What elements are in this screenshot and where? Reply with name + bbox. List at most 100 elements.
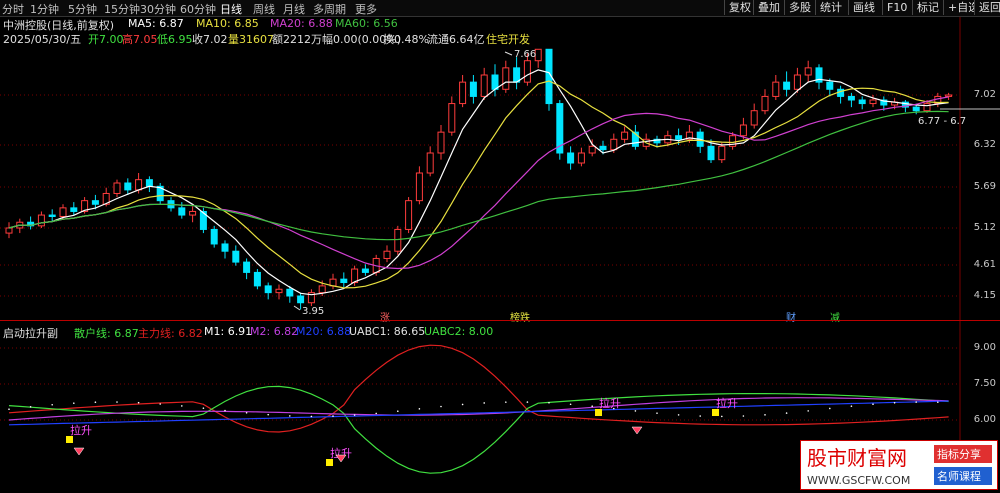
candle-body [415, 172, 423, 202]
m1-dot [872, 403, 874, 406]
ma60-label: MA60: 6.56 [335, 17, 398, 30]
m1-dot [677, 414, 680, 416]
m1-dot [353, 414, 356, 416]
price-tick-label: 4.15 [973, 290, 996, 301]
lasheng-label: 拉升 [599, 396, 621, 410]
candle-body [405, 200, 413, 230]
candle-body [588, 145, 596, 154]
price-tick-label: 6.32 [973, 139, 996, 150]
m1-dot [159, 403, 161, 405]
lasheng-marker [712, 409, 719, 416]
candle-body [718, 145, 726, 161]
candle-body [804, 67, 812, 76]
low-annotation: 3.95 [302, 306, 324, 317]
tag-cai: 财 [786, 311, 796, 324]
lasheng-marker [595, 409, 602, 416]
candle-body [448, 103, 456, 133]
m1-dot [461, 403, 464, 406]
tag-zhang: 涨 [380, 312, 390, 324]
tag-bangdie: 榜跌 [510, 311, 530, 324]
watermark-svg: 股市财富网 指标分享 WWW.GSCFW.COM 名师课程 [807, 445, 992, 487]
m1-dot [526, 401, 529, 403]
m1-dot [829, 407, 831, 410]
open-value: 开7.00 [88, 33, 124, 46]
candle-body [912, 106, 920, 112]
m1-dot [807, 410, 809, 412]
candle-body [318, 285, 326, 294]
sector-value: 住宅开发 [486, 33, 530, 46]
indicator-tick-label: 6.00 [973, 414, 996, 425]
candle-body [502, 67, 510, 90]
candle-body [491, 74, 499, 90]
m1-dot [440, 405, 442, 408]
ma20-label: MA20: 6.88 [270, 17, 333, 30]
main-force-line [8, 344, 949, 433]
right-annotation: 6.77 - 6.7 [918, 116, 966, 127]
price-tick-label: 5.12 [973, 222, 996, 233]
svg-text:股市财富网: 股市财富网 [807, 446, 907, 470]
m1-dot [591, 405, 593, 408]
watermark-logo: 股市财富网 指标分享 WWW.GSCFW.COM 名师课程 [800, 440, 998, 490]
candle-body [178, 207, 186, 216]
candle-body [37, 214, 45, 227]
candle-body [750, 110, 758, 126]
candle-body [394, 228, 402, 252]
m1-dot [505, 401, 507, 403]
high-pointer [504, 51, 513, 56]
price-tick-label: 5.69 [973, 181, 996, 192]
indicator-tick-label: 7.50 [973, 378, 996, 389]
m1-dot [893, 401, 896, 404]
svg-text:名师课程: 名师课程 [937, 469, 981, 483]
candle-body [264, 285, 272, 294]
candle-body [113, 182, 121, 194]
m1-dot [850, 405, 853, 407]
main-force-label: 主力线: 6.82 [138, 327, 203, 340]
uabc2-label: UABC2: 8.00 [424, 325, 494, 338]
candle-body [923, 103, 931, 112]
candle-body [286, 288, 294, 297]
candle-body [858, 99, 866, 105]
diamond-marker [73, 447, 85, 456]
m1-dot [29, 406, 32, 408]
diamond-marker [631, 426, 643, 435]
indicator-tick-label: 9.00 [973, 342, 996, 353]
close-value: 收7.02 [192, 33, 228, 46]
panel-divider [0, 320, 1000, 321]
candle-body [480, 74, 488, 97]
m1-dot [51, 403, 53, 406]
m1-dot [418, 408, 421, 410]
m1-dot [699, 415, 701, 417]
candle-body [189, 210, 197, 216]
candle-body [793, 74, 801, 90]
m1-dot [94, 401, 97, 404]
candle-body [523, 60, 531, 83]
m2-line [8, 397, 949, 421]
candle-body [437, 131, 445, 154]
m20-label: M20: 6.88 [296, 325, 352, 338]
candle-body [297, 295, 305, 304]
turnover-value: 换0.48% [383, 33, 429, 46]
candle-body [232, 250, 240, 263]
candle-body [577, 152, 585, 164]
candle-body [70, 207, 78, 212]
candle-body [869, 99, 877, 105]
candle-body [945, 94, 953, 97]
low-value: 低6.95 [157, 33, 193, 46]
svg-text:WWW.GSCFW.COM: WWW.GSCFW.COM [807, 474, 910, 487]
float-value: 流通6.64亿 [427, 33, 485, 46]
candle-body [426, 152, 434, 174]
m1-dot [181, 405, 183, 407]
candle-body [610, 138, 618, 151]
candle-body [383, 250, 391, 259]
m1-dot [8, 408, 10, 411]
m1-dot [397, 410, 399, 413]
tag-jian: 减 [830, 312, 840, 324]
indicator-name: 启动拉升副 [3, 327, 58, 340]
lasheng-label: 拉升 [70, 423, 92, 437]
m1-dot [332, 415, 334, 417]
uabc1-label: UABC1: 86.65 [349, 325, 426, 338]
high-value: 高7.05 [122, 33, 158, 46]
candle-body [772, 81, 780, 97]
candle-body [761, 95, 769, 112]
candle-body [826, 81, 834, 90]
